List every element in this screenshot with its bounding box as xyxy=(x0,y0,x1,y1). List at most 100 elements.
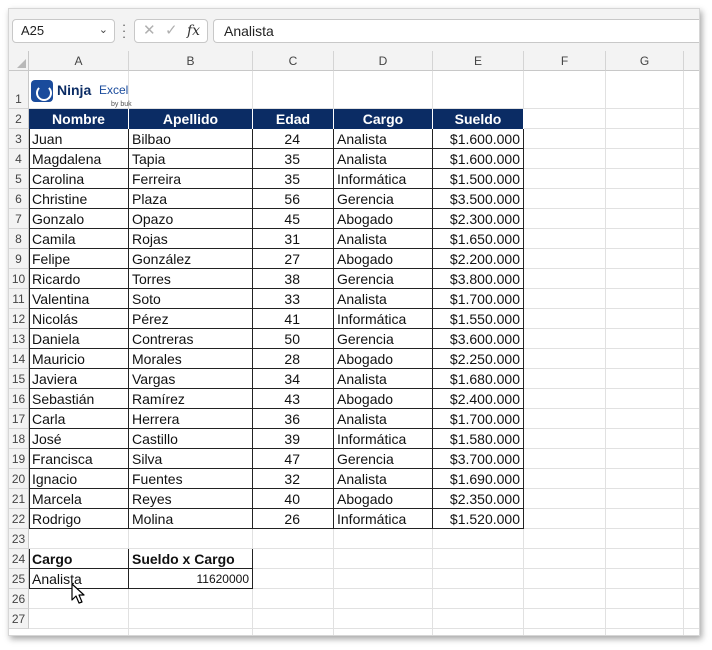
cell-cargo[interactable]: Analista xyxy=(334,369,433,389)
cell-sueldo[interactable]: $1.700.000 xyxy=(433,409,524,429)
cell-sueldo[interactable]: $1.650.000 xyxy=(433,229,524,249)
column-header-f[interactable]: F xyxy=(524,51,606,71)
row-header-3[interactable]: 3 xyxy=(9,129,29,149)
cell-cargo[interactable]: Analista xyxy=(334,149,433,169)
cell-edad[interactable]: 28 xyxy=(253,349,334,369)
cell-edad[interactable]: 38 xyxy=(253,269,334,289)
table-header-nombre[interactable]: Nombre xyxy=(29,109,129,129)
cell-cargo[interactable]: Abogado xyxy=(334,249,433,269)
cell-cargo[interactable]: Gerencia xyxy=(334,449,433,469)
cell-sueldo[interactable]: $1.580.000 xyxy=(433,429,524,449)
column-header-d[interactable]: D xyxy=(334,51,433,71)
cell-apellido[interactable]: Herrera xyxy=(129,409,253,429)
cell-edad[interactable]: 31 xyxy=(253,229,334,249)
cell-cargo[interactable]: Analista xyxy=(334,469,433,489)
row-header-23[interactable]: 23 xyxy=(9,529,29,549)
cell-apellido[interactable]: Ramírez xyxy=(129,389,253,409)
cell-sueldo[interactable]: $1.690.000 xyxy=(433,469,524,489)
row-header-17[interactable]: 17 xyxy=(9,409,29,429)
column-header-b[interactable]: B xyxy=(129,51,253,71)
row-header-4[interactable]: 4 xyxy=(9,149,29,169)
cell-sueldo[interactable]: $2.250.000 xyxy=(433,349,524,369)
summary-header-cargo[interactable]: Cargo xyxy=(29,549,129,569)
row-header-16[interactable]: 16 xyxy=(9,389,29,409)
cell-cargo[interactable]: Informática xyxy=(334,429,433,449)
cell-apellido[interactable]: Tapia xyxy=(129,149,253,169)
cell-apellido[interactable]: Torres xyxy=(129,269,253,289)
cell-cargo[interactable]: Gerencia xyxy=(334,269,433,289)
cell-apellido[interactable]: Ferreira xyxy=(129,169,253,189)
cell-apellido[interactable]: Reyes xyxy=(129,489,253,509)
cell-cargo[interactable]: Informática xyxy=(334,509,433,529)
row-header-2[interactable]: 2 xyxy=(9,109,29,129)
cell-cargo[interactable]: Analista xyxy=(334,289,433,309)
row-header-15[interactable]: 15 xyxy=(9,369,29,389)
cell-edad[interactable]: 45 xyxy=(253,209,334,229)
column-header-g[interactable]: G xyxy=(606,51,684,71)
cell-nombre[interactable]: Carolina xyxy=(29,169,129,189)
cell-apellido[interactable]: González xyxy=(129,249,253,269)
cell-cargo[interactable]: Analista xyxy=(334,129,433,149)
formula-input[interactable]: Analista xyxy=(213,19,699,43)
cell-sueldo[interactable]: $1.680.000 xyxy=(433,369,524,389)
cell-edad[interactable]: 34 xyxy=(253,369,334,389)
column-header-e[interactable]: E xyxy=(433,51,524,71)
cell-cargo[interactable]: Abogado xyxy=(334,489,433,509)
cell-apellido[interactable]: Castillo xyxy=(129,429,253,449)
cell-nombre[interactable]: Daniela xyxy=(29,329,129,349)
cell-sueldo[interactable]: $3.700.000 xyxy=(433,449,524,469)
row-header-13[interactable]: 13 xyxy=(9,329,29,349)
row-header-8[interactable]: 8 xyxy=(9,229,29,249)
row-header-19[interactable]: 19 xyxy=(9,449,29,469)
cell-edad[interactable]: 33 xyxy=(253,289,334,309)
cell-edad[interactable]: 43 xyxy=(253,389,334,409)
cell-apellido[interactable]: Silva xyxy=(129,449,253,469)
cell-sueldo[interactable]: $3.500.000 xyxy=(433,189,524,209)
cell-sueldo[interactable]: $1.550.000 xyxy=(433,309,524,329)
cell-nombre[interactable]: José xyxy=(29,429,129,449)
cell-cargo[interactable]: Abogado xyxy=(334,389,433,409)
cell-edad[interactable]: 36 xyxy=(253,409,334,429)
row-header-25[interactable]: 25 xyxy=(9,569,29,589)
row-header-6[interactable]: 6 xyxy=(9,189,29,209)
row-header-24[interactable]: 24 xyxy=(9,549,29,569)
row-header-18[interactable]: 18 xyxy=(9,429,29,449)
cell-cargo[interactable]: Informática xyxy=(334,309,433,329)
cell-sueldo[interactable]: $1.700.000 xyxy=(433,289,524,309)
cell-nombre[interactable]: Ignacio xyxy=(29,469,129,489)
table-header-cargo[interactable]: Cargo xyxy=(334,109,433,129)
cell-sueldo[interactable]: $2.350.000 xyxy=(433,489,524,509)
cell-sueldo[interactable]: $3.800.000 xyxy=(433,269,524,289)
cell-nombre[interactable]: Gonzalo xyxy=(29,209,129,229)
cell-sueldo[interactable]: $2.400.000 xyxy=(433,389,524,409)
cell-edad[interactable]: 41 xyxy=(253,309,334,329)
cell-cargo[interactable]: Abogado xyxy=(334,209,433,229)
cell-sueldo[interactable]: $2.200.000 xyxy=(433,249,524,269)
cell-nombre[interactable]: Ricardo xyxy=(29,269,129,289)
cell-edad[interactable]: 56 xyxy=(253,189,334,209)
cell-sueldo[interactable]: $1.500.000 xyxy=(433,169,524,189)
summary-sueldo-result[interactable]: 11620000 xyxy=(129,569,253,589)
row-header-20[interactable]: 20 xyxy=(9,469,29,489)
row-header-12[interactable]: 12 xyxy=(9,309,29,329)
table-header-sueldo[interactable]: Sueldo xyxy=(433,109,524,129)
cell-nombre[interactable]: Marcela xyxy=(29,489,129,509)
cell-cargo[interactable]: Gerencia xyxy=(334,329,433,349)
summary-header-sueldo-x-cargo[interactable]: Sueldo x Cargo xyxy=(129,549,253,569)
row-header-14[interactable]: 14 xyxy=(9,349,29,369)
cell-edad[interactable]: 27 xyxy=(253,249,334,269)
cell-apellido[interactable]: Opazo xyxy=(129,209,253,229)
cell-cargo[interactable]: Analista xyxy=(334,229,433,249)
row-header-5[interactable]: 5 xyxy=(9,169,29,189)
cell-apellido[interactable]: Rojas xyxy=(129,229,253,249)
cell-nombre[interactable]: Sebastián xyxy=(29,389,129,409)
table-header-apellido[interactable]: Apellido xyxy=(129,109,253,129)
cell-nombre[interactable]: Mauricio xyxy=(29,349,129,369)
row-header-22[interactable]: 22 xyxy=(9,509,29,529)
cell-cargo[interactable]: Abogado xyxy=(334,349,433,369)
cell-apellido[interactable]: Bilbao xyxy=(129,129,253,149)
row-header-11[interactable]: 11 xyxy=(9,289,29,309)
select-all-corner[interactable] xyxy=(9,51,29,71)
cell-cargo[interactable]: Gerencia xyxy=(334,189,433,209)
chevron-down-icon[interactable]: ⌄ xyxy=(99,23,108,36)
